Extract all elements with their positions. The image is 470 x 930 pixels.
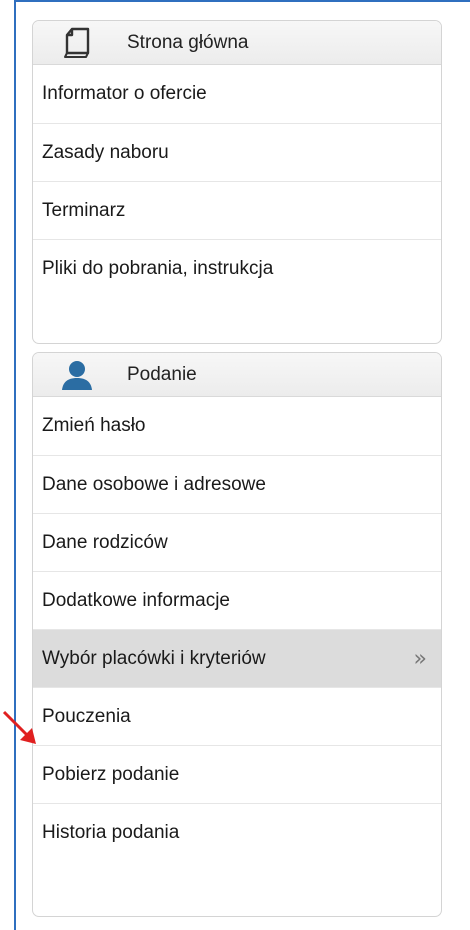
menu-item-pobierz-podanie[interactable]: Pobierz podanie	[33, 745, 441, 803]
menu-item-label: Zmień hasło	[42, 415, 146, 436]
menu-item-terminarz[interactable]: Terminarz	[33, 181, 441, 239]
menu-item-pouczenia[interactable]: Pouczenia	[33, 687, 441, 745]
panel-header-podanie[interactable]: Podanie	[33, 353, 441, 397]
menu-item-pliki[interactable]: Pliki do pobrania, instrukcja	[33, 239, 441, 297]
panel-title-home: Strona główna	[127, 31, 249, 53]
menu-item-label: Zasady naboru	[42, 141, 169, 163]
user-icon	[59, 358, 95, 392]
menu-item-informator[interactable]: Informator o ofercie	[33, 65, 441, 123]
menu-item-label: Pouczenia	[42, 705, 131, 727]
menu-item-zmien-haslo[interactable]: Zmień hasło	[33, 397, 441, 455]
menu-item-label: Terminarz	[42, 199, 126, 221]
menu-item-label: Dane rodziców	[42, 531, 168, 553]
menu-item-label: Pliki do pobrania, instrukcja	[42, 257, 274, 279]
panel-title-podanie: Podanie	[127, 363, 197, 385]
menu-item-label: Historia podania	[42, 821, 180, 843]
chevron-right-icon: »	[413, 646, 427, 671]
menu-item-dane-rodzicow[interactable]: Dane rodziców	[33, 513, 441, 571]
menu-panel-home: Strona główna Informator o ofercie Zasad…	[32, 20, 442, 344]
menu-item-label: Dodatkowe informacje	[42, 589, 230, 611]
menu-item-label: Informator o ofercie	[42, 83, 207, 104]
menu-item-dodatkowe-informacje[interactable]: Dodatkowe informacje	[33, 571, 441, 629]
menu-item-label: Pobierz podanie	[42, 763, 180, 785]
menu-item-label: Wybór placówki i kryteriów	[42, 647, 266, 669]
menu-item-label: Dane osobowe i adresowe	[42, 473, 266, 495]
panel-header-home[interactable]: Strona główna	[33, 21, 441, 65]
menu-item-wybor-placowki[interactable]: Wybór placówki i kryteriów »	[33, 629, 441, 687]
menu-panel-podanie: Podanie Zmień hasło Dane osobowe i adres…	[32, 352, 442, 917]
document-icon	[59, 26, 95, 60]
menu-item-historia-podania[interactable]: Historia podania	[33, 803, 441, 861]
menu-item-dane-osobowe[interactable]: Dane osobowe i adresowe	[33, 455, 441, 513]
menu-item-zasady-naboru[interactable]: Zasady naboru	[33, 123, 441, 181]
annotation-arrow-icon	[2, 710, 36, 744]
